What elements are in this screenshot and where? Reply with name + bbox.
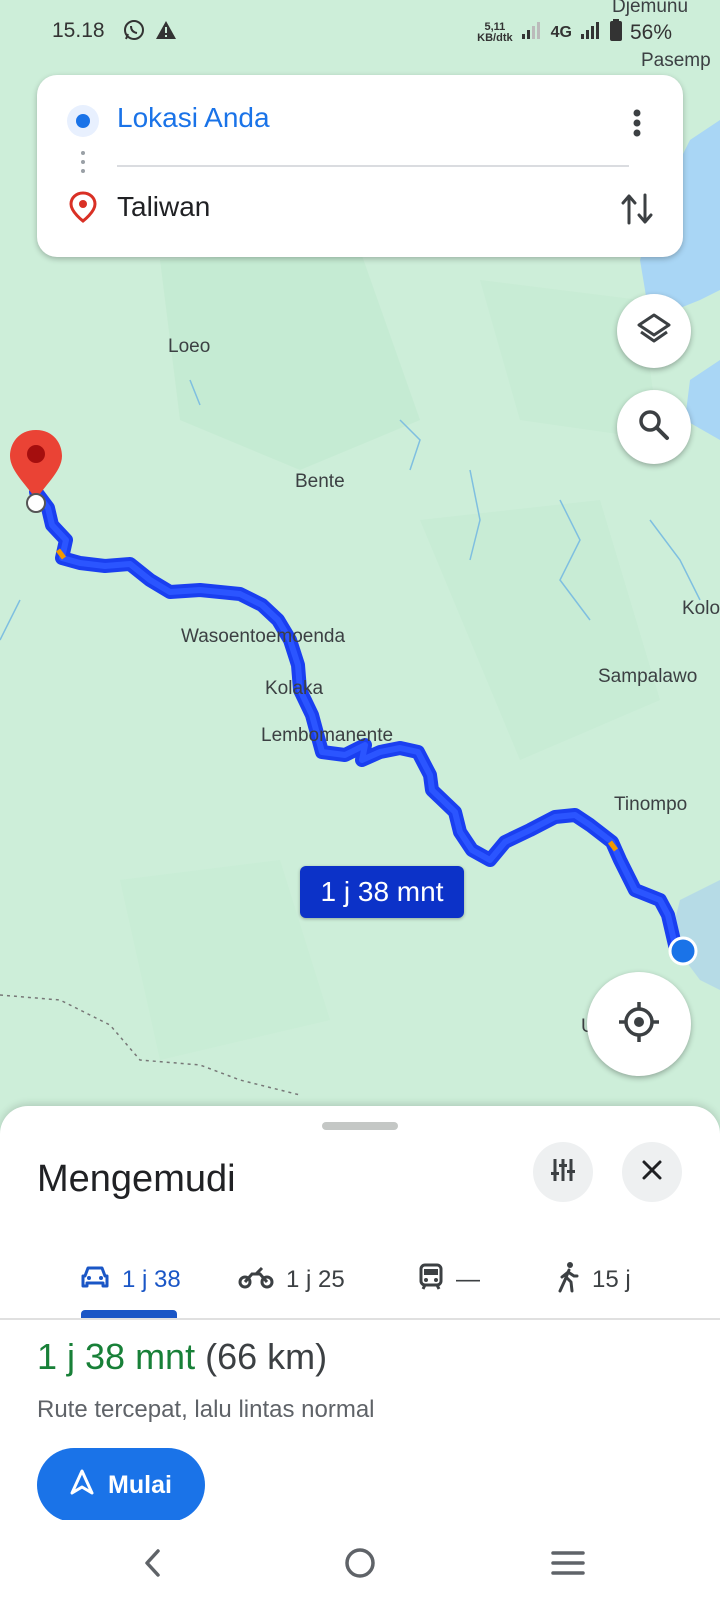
back-button[interactable] [128,1540,178,1590]
more-options-icon[interactable] [617,103,657,143]
menu-lines-icon [551,1549,585,1582]
travel-mode-tabs: 1 j 38 1 j 25 — 15 j [0,1240,720,1320]
crosshair-icon [617,1000,661,1049]
map-label-wasoentoemoenda: Wasoentoemoenda [181,626,346,647]
tab-walking[interactable]: 15 j [556,1240,631,1320]
recents-button[interactable] [543,1540,593,1590]
walk-icon [556,1261,580,1300]
tab-walking-label: 15 j [592,1266,631,1293]
system-nav-bar [0,1520,720,1612]
map-label-bente: Bente [295,471,345,492]
signal-icon [521,20,543,46]
start-navigation-button[interactable]: Mulai [37,1448,205,1522]
route-description: Rute tercepat, lalu lintas normal [37,1396,375,1423]
tune-icon [549,1156,577,1189]
navigation-arrow-icon [70,1469,94,1502]
start-label: Mulai [108,1470,172,1499]
destination-field[interactable]: Taliwan [117,191,210,223]
route-time-chip[interactable]: 1 j 38 mnt [300,866,464,918]
status-time: 15.18 [52,19,105,42]
swap-direction-icon[interactable] [615,187,659,231]
back-chevron-icon [140,1548,166,1583]
home-circle-icon [343,1546,377,1585]
close-button[interactable] [622,1142,682,1202]
tab-driving[interactable]: 1 j 38 [80,1240,181,1320]
route-summary: 1 j 38 mnt (66 km) [37,1336,327,1378]
my-location-button[interactable] [587,972,691,1076]
close-icon [641,1159,663,1186]
tab-motorcycle-label: 1 j 25 [286,1266,345,1293]
route-options-button[interactable] [533,1142,593,1202]
destination-pin-icon [69,191,97,228]
active-tab-indicator [81,1310,177,1318]
map-label-sampalawo: Sampalawo [598,666,698,687]
origin-dot-icon [67,105,99,137]
network-type: 4G [550,24,572,41]
map-label-tinompo: Tinompo [614,794,688,815]
route-dots-icon [81,151,85,177]
home-button[interactable] [335,1540,385,1590]
tab-transit-label: — [456,1266,480,1293]
sheet-title: Mengemudi [37,1158,236,1200]
map-label-kolaka: Kolaka [265,678,324,699]
transit-icon [418,1263,444,1298]
map-label-lembomanente: Lembomanente [261,725,394,746]
battery-icon [609,19,622,47]
map-label-loeo: Loeo [168,336,211,357]
tab-transit[interactable]: — [418,1240,480,1320]
layers-icon [635,310,673,353]
network-speed: 5,11 KB/dtk [477,21,513,44]
route-eta: 1 j 38 mnt [37,1336,196,1377]
battery-level: 56% [629,21,672,44]
tab-driving-label: 1 j 38 [122,1266,181,1293]
car-icon [80,1264,110,1297]
field-divider [117,165,629,167]
sheet-drag-handle[interactable] [322,1122,398,1130]
status-bar: 15.18 5,11 KB/dtk 4G 56% [0,0,720,60]
motorcycle-icon [238,1264,274,1297]
layers-button[interactable] [617,294,691,368]
whatsapp-icon [122,18,146,48]
warning-icon [154,18,178,48]
current-location-dot [668,936,698,966]
search-icon [636,407,672,448]
origin-field[interactable]: Lokasi Anda [117,102,270,134]
route-distance: (66 km) [205,1336,328,1377]
signal-strength-icon [580,20,602,46]
search-along-route-button[interactable] [617,390,691,464]
map-label-kolo: Kolo [682,598,720,619]
tab-motorcycle[interactable]: 1 j 25 [238,1240,345,1320]
directions-card: Lokasi Anda Taliwan [37,75,683,257]
